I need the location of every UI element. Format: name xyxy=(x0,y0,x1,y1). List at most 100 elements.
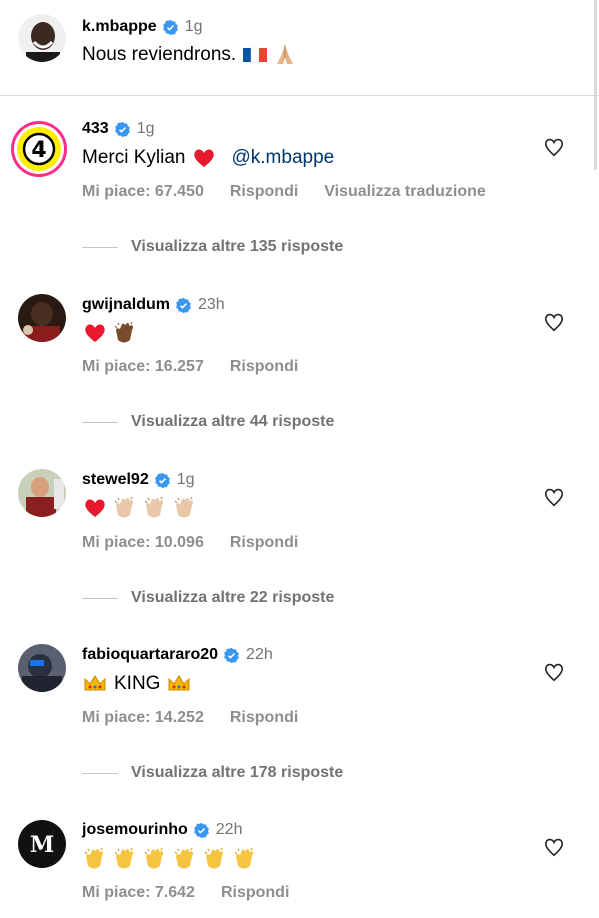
comment-meta: Mi piace: 10.096 Rispondi xyxy=(82,532,324,554)
comment-meta: Mi piace: 7.642 Rispondi xyxy=(82,882,315,904)
comment-emoji-line xyxy=(82,320,142,346)
red-heart-icon xyxy=(82,320,108,346)
likes-count[interactable]: Mi piace: 67.450 xyxy=(82,183,204,201)
clapping-hands-icon xyxy=(142,846,168,872)
comment-header: 433 1g xyxy=(82,118,155,140)
avatar-k-mbappe[interactable] xyxy=(18,14,66,62)
comment-emoji-line xyxy=(82,846,262,872)
france-flag-icon xyxy=(242,42,268,68)
verified-badge-icon xyxy=(193,822,210,839)
clapping-hands-icon xyxy=(112,320,138,346)
reply-button[interactable]: Rispondi xyxy=(230,183,298,201)
avatar-stewel92[interactable] xyxy=(18,469,66,517)
username[interactable]: josemourinho xyxy=(82,821,188,839)
username[interactable]: fabioquartararo20 xyxy=(82,646,218,664)
reply-button[interactable]: Rispondi xyxy=(221,884,289,902)
like-heart-icon[interactable] xyxy=(543,486,565,508)
likes-count[interactable]: Mi piace: 7.642 xyxy=(82,884,195,902)
avatar-433[interactable]: 4 xyxy=(10,120,68,178)
view-more-replies-button[interactable]: Visualizza altre 22 risposte xyxy=(82,587,334,609)
like-heart-icon[interactable] xyxy=(543,311,565,333)
red-heart-icon xyxy=(191,145,217,171)
comment-header: josemourinho 22h xyxy=(82,819,242,841)
translate-button[interactable]: Visualizza traduzione xyxy=(324,183,486,201)
like-heart-icon[interactable] xyxy=(543,836,565,858)
verified-badge-icon xyxy=(223,647,240,664)
likes-count[interactable]: Mi piace: 14.252 xyxy=(82,709,204,727)
view-more-replies-button[interactable]: Visualizza altre 178 risposte xyxy=(82,762,343,784)
avatar-jm-logo-icon: M xyxy=(18,820,66,868)
avatar-photo-icon xyxy=(18,14,66,62)
timestamp: 1g xyxy=(176,471,195,488)
caption-header: k.mbappe 1g xyxy=(82,16,202,38)
comment-header: fabioquartararo20 22h xyxy=(82,644,273,666)
timestamp: 22h xyxy=(246,646,273,663)
avatar-gwijnaldum[interactable] xyxy=(18,294,66,342)
clapping-hands-icon xyxy=(172,495,198,521)
view-more-replies-label: Visualizza altre 178 risposte xyxy=(131,764,344,781)
comment-header: gwijnaldum 23h xyxy=(82,294,225,316)
clapping-hands-icon xyxy=(112,846,138,872)
scrollbar[interactable] xyxy=(594,0,597,170)
replies-divider xyxy=(82,597,118,599)
username[interactable]: gwijnaldum xyxy=(82,296,170,314)
replies-divider xyxy=(82,246,118,248)
avatar-photo-icon xyxy=(18,644,66,692)
likes-count[interactable]: Mi piace: 10.096 xyxy=(82,534,204,552)
comment-meta: Mi piace: 14.252 Rispondi xyxy=(82,707,324,729)
avatar-433-logo-icon: 4 xyxy=(11,121,67,177)
clapping-hands-icon xyxy=(142,495,168,521)
view-more-replies-button[interactable]: Visualizza altre 44 risposte xyxy=(82,411,334,433)
caption-text: Nous reviendrons. xyxy=(82,44,237,65)
clapping-hands-icon xyxy=(82,846,108,872)
timestamp: 22h xyxy=(215,821,243,838)
verified-badge-icon xyxy=(154,472,171,489)
username[interactable]: k.mbappe xyxy=(82,18,157,36)
crown-icon xyxy=(166,671,192,697)
username[interactable]: 433 xyxy=(82,120,109,138)
reply-button[interactable]: Rispondi xyxy=(230,534,298,552)
verified-badge-icon xyxy=(175,297,192,314)
replies-divider xyxy=(82,421,118,423)
comment-header: stewel92 1g xyxy=(82,469,195,491)
comment-emoji-line xyxy=(82,495,202,521)
reply-button[interactable]: Rispondi xyxy=(230,358,298,376)
comment-meta: Mi piace: 67.450 Rispondi Visualizza tra… xyxy=(82,181,512,203)
avatar-photo-icon xyxy=(18,469,66,517)
svg-text:4: 4 xyxy=(31,138,46,163)
view-more-replies-label: Visualizza altre 135 risposte xyxy=(131,238,344,255)
mention-link[interactable]: @k.mbappe xyxy=(231,145,334,171)
avatar-josemourinho[interactable]: M xyxy=(18,820,66,868)
view-more-replies-label: Visualizza altre 22 risposte xyxy=(131,589,335,606)
folded-hands-icon xyxy=(272,42,298,68)
svg-text:M: M xyxy=(30,832,54,858)
comment-text-line: Merci Kylian @k.mbappe xyxy=(82,145,334,171)
crown-icon xyxy=(82,671,108,697)
comment-meta: Mi piace: 16.257 Rispondi xyxy=(82,356,324,378)
comment-text: KING xyxy=(114,673,161,694)
caption: k.mbappe 1g Nous reviendrons. xyxy=(0,0,599,96)
verified-badge-icon xyxy=(162,19,179,36)
clapping-hands-icon xyxy=(202,846,228,872)
reply-button[interactable]: Rispondi xyxy=(230,709,298,727)
clapping-hands-icon xyxy=(112,495,138,521)
like-heart-icon[interactable] xyxy=(543,661,565,683)
verified-badge-icon xyxy=(114,121,131,138)
clapping-hands-icon xyxy=(232,846,258,872)
caption-text-line: Nous reviendrons. xyxy=(82,42,302,68)
username[interactable]: stewel92 xyxy=(82,471,149,489)
timestamp: 23h xyxy=(198,296,225,313)
like-heart-icon[interactable] xyxy=(543,136,565,158)
clapping-hands-icon xyxy=(172,846,198,872)
timestamp: 1g xyxy=(184,18,203,35)
red-heart-icon xyxy=(82,495,108,521)
view-more-replies-label: Visualizza altre 44 risposte xyxy=(131,413,335,430)
timestamp: 1g xyxy=(136,120,155,137)
avatar-fabioquartararo20[interactable] xyxy=(18,644,66,692)
comment-text-line: KING xyxy=(82,671,196,697)
comment-text: Merci Kylian xyxy=(82,147,186,168)
view-more-replies-button[interactable]: Visualizza altre 135 risposte xyxy=(82,236,343,258)
avatar-photo-icon xyxy=(18,294,66,342)
replies-divider xyxy=(82,772,118,774)
likes-count[interactable]: Mi piace: 16.257 xyxy=(82,358,204,376)
